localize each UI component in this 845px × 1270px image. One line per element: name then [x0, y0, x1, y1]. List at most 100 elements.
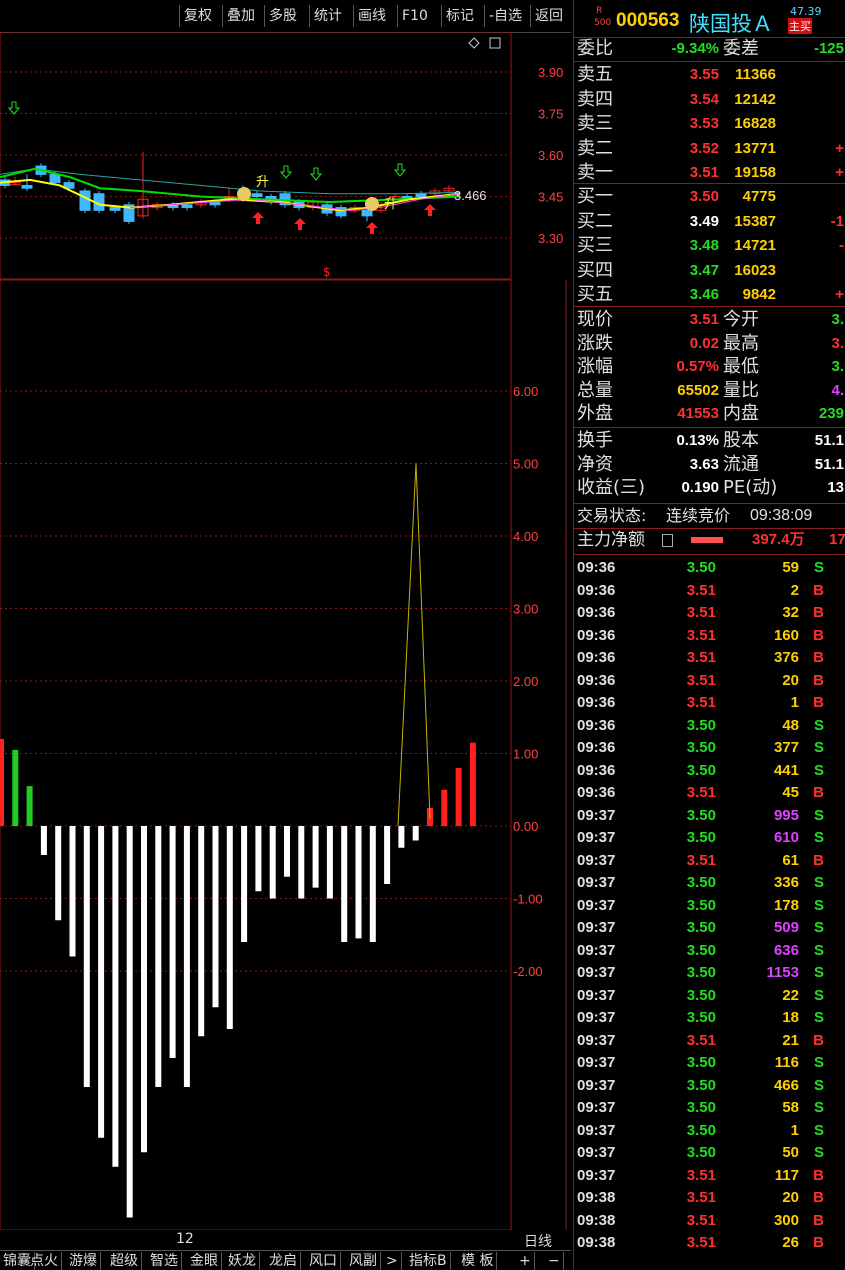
tick-side: B	[813, 671, 824, 689]
toolbar-button-0[interactable]: 复权	[179, 5, 216, 27]
indicator-axis-label: 2.00	[513, 674, 538, 689]
chart-area[interactable]: 3.90 3.75 3.60 3.45 3.30 升升 3.466 $6.00 5.00 4.00…	[0, 31, 571, 1231]
candle-body	[109, 207, 121, 211]
tick-price: 3.50	[686, 964, 716, 981]
tick-volume: 509	[773, 919, 799, 936]
trade-status-label: 交易状态:	[577, 506, 647, 525]
quote-label-2: 最低	[723, 356, 759, 377]
indicator-tab-1[interactable]: 点火	[27, 1252, 62, 1270]
sell-price: 3.52	[689, 139, 719, 157]
tick-side: S	[813, 941, 824, 959]
quote-value: 0.57%	[676, 358, 719, 375]
tick-price: 3.50	[686, 896, 716, 914]
coin-icon	[365, 197, 379, 211]
buy-change: -1	[830, 212, 844, 230]
tick-price: 3.50	[686, 874, 716, 891]
indicator-tab-9[interactable]: 风副	[346, 1252, 381, 1270]
tick-volume: 45	[782, 784, 799, 801]
toolbar-button-6[interactable]: 标记	[441, 5, 478, 27]
indicator-tab-14[interactable]: −	[545, 1252, 564, 1270]
buy-level-label: 买四	[577, 259, 613, 281]
tick-row: 09:37 3.50 1 S	[574, 1120, 845, 1143]
tick-row: 09:36 3.50 441 S	[574, 760, 845, 783]
toolbar-button-5[interactable]: F10	[397, 5, 432, 27]
quote-value: 3.51	[689, 311, 719, 328]
indicator-tab-2[interactable]: 游爆	[66, 1252, 101, 1270]
toolbar-button-8[interactable]: 返回	[530, 5, 567, 27]
last-price-tag: 3.466	[454, 188, 487, 203]
main-force-value: 397.4万	[752, 531, 805, 548]
quote-value-2: 4.	[831, 381, 844, 399]
indicator-axis-label: -1.00	[513, 892, 543, 907]
tick-volume: 58	[782, 1099, 799, 1116]
toolbar-button-7[interactable]: -自选	[484, 5, 526, 27]
main-buy-tag: 主买	[788, 18, 812, 34]
candle-body	[79, 190, 91, 211]
toolbar-button-2[interactable]: 多股	[264, 5, 301, 27]
tick-row: 09:37 3.50 1153 S	[574, 962, 845, 985]
signal-label: 升	[384, 197, 397, 212]
tick-side: S	[813, 919, 824, 936]
kline-price-label: 3.30	[538, 231, 563, 246]
tick-side: S	[813, 761, 824, 779]
tick-volume: 117	[774, 1166, 799, 1184]
sell-level-label: 卖二	[577, 137, 613, 159]
indicator-bar	[26, 786, 33, 826]
toolbar-button-3[interactable]: 统计	[309, 5, 346, 27]
kline-price-label: 3.75	[538, 107, 563, 122]
tick-side: B	[813, 694, 824, 711]
indicator-tab-3[interactable]: 超级	[107, 1252, 142, 1270]
quote-label-2: 量比	[723, 379, 759, 401]
buy-level-label: 买三	[577, 235, 613, 256]
ratio-label: 委比	[577, 38, 613, 59]
indicator-tab-6[interactable]: 妖龙	[225, 1252, 260, 1270]
tick-side: B	[813, 1166, 824, 1184]
indicator-bar	[284, 826, 290, 877]
indicator-tab-10[interactable]: >	[383, 1252, 402, 1270]
tick-volume: 336	[773, 874, 799, 891]
toolbar-button-1[interactable]: 叠加	[222, 5, 259, 27]
quote2-label: 换手	[577, 430, 613, 451]
tick-side: B	[813, 851, 824, 869]
quote2-label-2: PE(动)	[723, 477, 778, 498]
buy-change: -	[839, 237, 844, 254]
doc-icon[interactable]	[662, 534, 673, 547]
quote2-label: 净资	[577, 453, 613, 475]
indicator-bar	[183, 826, 190, 1087]
indicator-tab-8[interactable]: 风口	[306, 1252, 341, 1270]
tick-row: 09:36 3.51 160 B	[574, 625, 845, 648]
buy-price: 3.46	[689, 286, 719, 303]
tick-volume: 441	[773, 761, 799, 779]
indicator-tab-12[interactable]: 模 板	[458, 1252, 498, 1270]
sell-price: 3.51	[689, 164, 719, 181]
indicator-tab-bar: 锦囊 点火 游爆 超级 智选 金眼 妖龙 龙启 风口 风副 > 指标B 模 板 + −	[0, 1250, 571, 1270]
tick-price: 3.51	[686, 1189, 716, 1206]
sell-price: 3.55	[689, 66, 719, 83]
main-force-bar	[691, 537, 723, 543]
indicator-tab-11[interactable]: 指标B	[406, 1252, 451, 1270]
indicator-tab-7[interactable]: 龙启	[266, 1252, 301, 1270]
tick-side: S	[813, 986, 824, 1004]
tick-side: B	[813, 1031, 824, 1049]
window-icon[interactable]	[489, 37, 501, 49]
indicator-bar	[384, 826, 391, 884]
tick-price: 3.51	[686, 626, 716, 644]
period-label[interactable]: 日线	[524, 1231, 552, 1251]
tick-row: 09:37 3.50 50 S	[574, 1142, 845, 1165]
tick-row: 09:37 3.50 995 S	[574, 805, 845, 828]
indicator-bar	[298, 826, 305, 899]
indicator-tab-4[interactable]: 智选	[147, 1252, 182, 1270]
indicator-bar	[455, 768, 462, 826]
indicator-tab-13[interactable]: +	[516, 1252, 535, 1270]
tick-side: B	[813, 626, 824, 644]
quote2-label: 收益(三)	[577, 477, 646, 498]
indicator-tab-5[interactable]: 金眼	[187, 1252, 222, 1270]
diamond-icon[interactable]	[468, 37, 480, 49]
quote-label-2: 最高	[723, 332, 759, 354]
candle-body	[49, 173, 61, 184]
toolbar-button-4[interactable]: 画线	[353, 5, 390, 27]
tick-price: 3.50	[686, 941, 716, 959]
tick-price: 3.51	[686, 1234, 716, 1251]
kline-and-indicator-chart[interactable]: 3.903.753.603.453.30升升3.466$6.005.004.00…	[0, 31, 571, 1231]
divider	[574, 503, 845, 504]
